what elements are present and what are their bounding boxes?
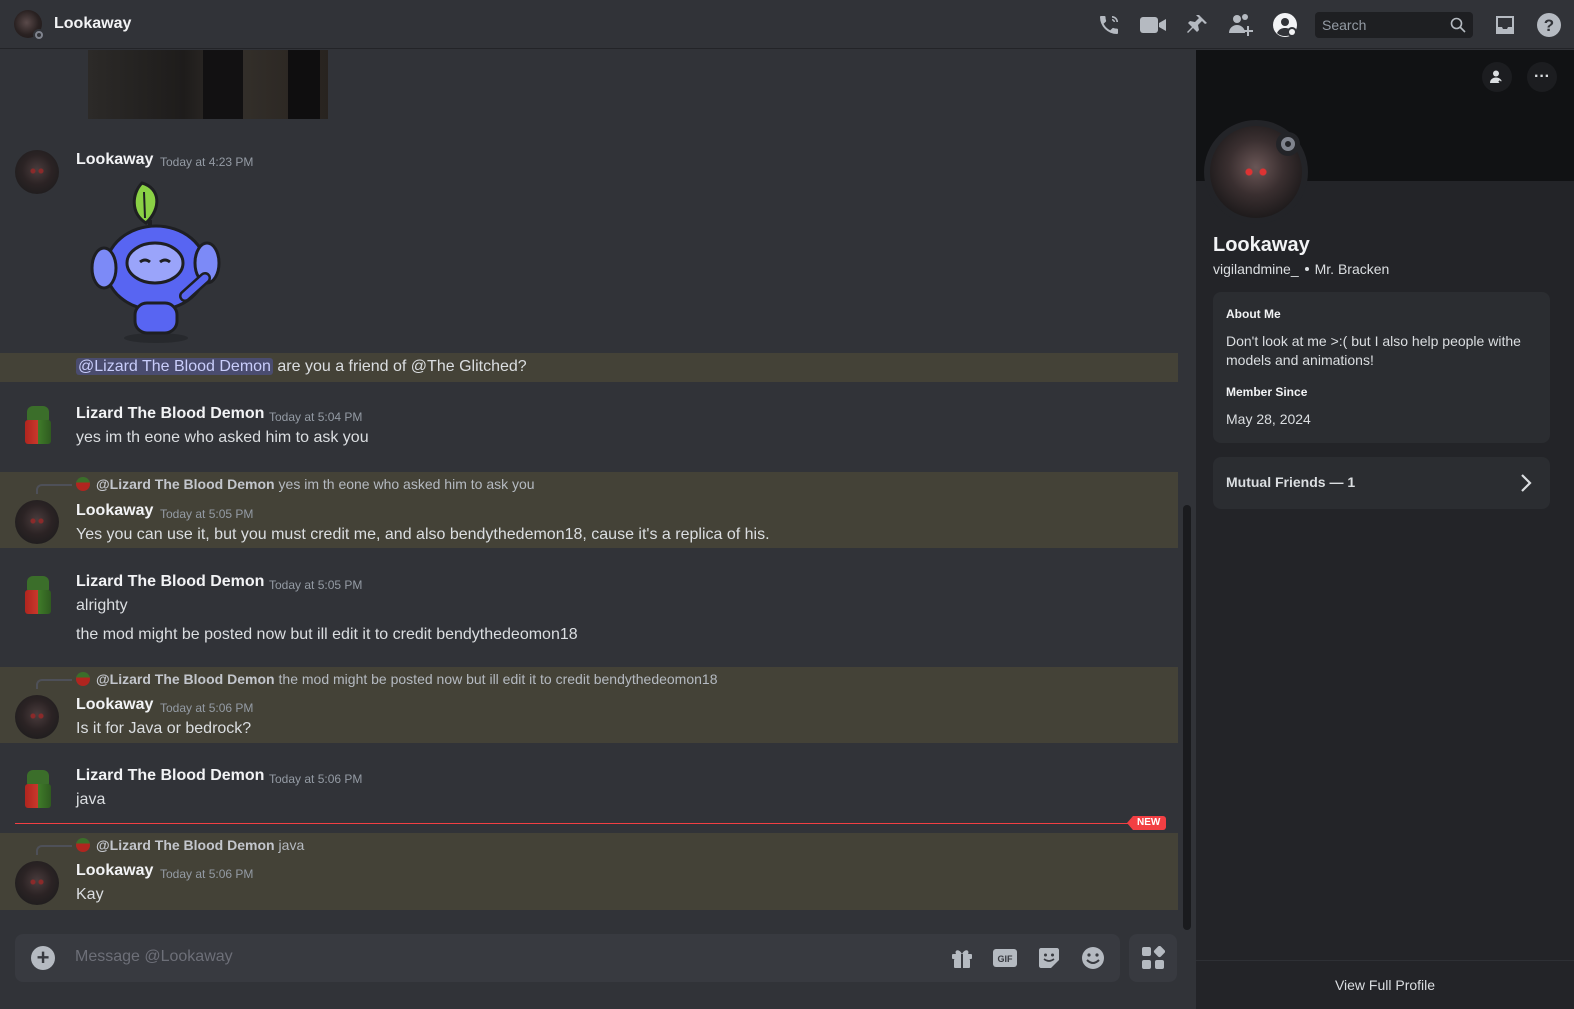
username[interactable]: Lizard The Blood Demon (76, 405, 264, 423)
timestamp: Today at 5:06 PM (160, 867, 254, 881)
timestamp: Today at 4:23 PM (160, 155, 254, 169)
view-full-profile-button[interactable]: View Full Profile (1196, 960, 1574, 1009)
avatar[interactable] (15, 766, 59, 810)
svg-text:?: ? (1544, 16, 1554, 35)
reply-preview[interactable]: @Lizard The Blood Demon java (76, 837, 304, 853)
timestamp: Today at 5:05 PM (160, 507, 254, 521)
dm-title: Lookaway (54, 15, 132, 32)
gif-icon[interactable]: GIF (993, 946, 1017, 970)
message: @Lizard The Blood Demon the mod might be … (0, 667, 1178, 743)
member-since-heading: Member Since (1226, 385, 1308, 399)
reply-preview[interactable]: @Lizard The Blood Demon yes im th eone wh… (76, 476, 535, 492)
about-text: Don't look at me >:( but I also help peo… (1226, 333, 1521, 368)
add-friend-profile-icon[interactable] (1482, 62, 1512, 92)
video-call-icon[interactable] (1140, 12, 1166, 38)
username[interactable]: Lizard The Blood Demon (76, 767, 264, 785)
user-profile-panel: ··· Lookaway vigilandmine_ Mr. Bracken Ab… (1196, 50, 1574, 1009)
reply-spine (36, 845, 72, 855)
phone-call-icon[interactable] (1096, 12, 1122, 38)
message: @Lizard The Blood Demon yes im th eone wh… (0, 472, 1178, 548)
timestamp: Today at 5:06 PM (160, 701, 254, 715)
message-text: alrighty (76, 597, 128, 614)
timestamp: Today at 5:04 PM (269, 410, 363, 424)
apps-icon[interactable] (1129, 934, 1177, 982)
message-text: are you a friend of @The Glitched? (277, 358, 527, 375)
timestamp: Today at 5:06 PM (269, 772, 363, 786)
reply-preview[interactable]: @Lizard The Blood Demon the mod might be … (76, 671, 718, 687)
user-profile-icon[interactable] (1272, 12, 1298, 38)
add-attachment-button[interactable]: + (31, 946, 55, 970)
wumpus-sprout-sticker[interactable] (90, 178, 225, 348)
user-mention[interactable]: @Lizard The Blood Demon (76, 358, 273, 375)
message-text: the mod might be posted now but ill edit… (76, 626, 578, 643)
message-text: Yes you can use it, but you must credit … (76, 526, 770, 543)
avatar[interactable] (15, 861, 59, 905)
help-icon[interactable]: ? (1536, 12, 1562, 38)
profile-pronouns: Mr. Bracken (1314, 261, 1390, 277)
sticker-icon[interactable] (1037, 946, 1061, 970)
status-indicator (33, 29, 45, 41)
username[interactable]: Lookaway (76, 862, 153, 880)
dm-avatar (14, 10, 45, 41)
about-card: About Me Don't look at me >:( but I also… (1213, 292, 1550, 443)
search-icon (1450, 17, 1466, 33)
message: Lizard The Blood Demon Today at 5:05 PM … (0, 556, 1178, 661)
username[interactable]: Lookaway (76, 502, 153, 520)
avatar[interactable] (15, 695, 59, 739)
profile-display-name: Lookaway (1213, 234, 1310, 256)
svg-text:GIF: GIF (998, 954, 1014, 964)
message-text: yes im th eone who asked him to ask you (76, 429, 369, 446)
message-text: Kay (76, 886, 104, 903)
avatar[interactable] (15, 150, 59, 194)
message-list[interactable]: Lookaway Today at 4:23 PM @Lizard The Bl… (0, 50, 1180, 928)
chat-scrollbar[interactable] (1181, 50, 1191, 930)
username[interactable]: Lookaway (76, 696, 153, 714)
search-input[interactable]: Search (1315, 11, 1473, 38)
add-friends-icon[interactable] (1228, 12, 1254, 38)
reply-avatar (76, 838, 90, 852)
username[interactable]: Lookaway (76, 151, 153, 169)
emoji-icon[interactable] (1081, 946, 1105, 970)
avatar[interactable] (15, 402, 59, 446)
top-bar: Lookaway Search ? (0, 0, 1574, 49)
message: Lookaway Today at 4:23 PM (0, 138, 1178, 348)
member-since-date: May 28, 2024 (1226, 411, 1311, 427)
inbox-icon[interactable] (1492, 12, 1518, 38)
reply-spine (36, 484, 72, 494)
gift-icon[interactable] (950, 946, 974, 970)
message: Lizard The Blood Demon Today at 5:04 PM … (0, 390, 1178, 465)
new-messages-divider (15, 823, 1163, 824)
image-attachment[interactable] (88, 50, 328, 119)
profile-status-indicator (1276, 132, 1300, 156)
message: Lizard The Blood Demon Today at 5:06 PM … (0, 752, 1178, 822)
message-input[interactable]: Message @Lookaway (75, 948, 233, 966)
reply-spine (36, 679, 72, 689)
about-heading: About Me (1226, 307, 1281, 321)
timestamp: Today at 5:05 PM (269, 578, 363, 592)
reply-avatar (76, 477, 90, 491)
avatar[interactable] (15, 572, 59, 616)
username[interactable]: Lizard The Blood Demon (76, 573, 264, 591)
mutual-friends-button[interactable]: Mutual Friends — 1 (1213, 457, 1550, 509)
message: @Lizard The Blood Demon are you a friend… (0, 353, 1178, 382)
message-text: Is it for Java or bedrock? (76, 720, 252, 737)
message-composer[interactable]: + Message @Lookaway GIF (15, 934, 1120, 982)
reply-avatar (76, 672, 90, 686)
message-text: java (76, 791, 106, 808)
more-options-icon[interactable]: ··· (1527, 62, 1557, 92)
message: @Lizard The Blood Demon java Lookaway Tod… (0, 833, 1178, 910)
pin-icon[interactable] (1184, 12, 1210, 38)
profile-username: vigilandmine_ Mr. Bracken (1213, 261, 1390, 277)
new-badge: NEW (1127, 816, 1167, 830)
avatar[interactable] (15, 500, 59, 544)
chevron-right-icon (1521, 474, 1532, 492)
